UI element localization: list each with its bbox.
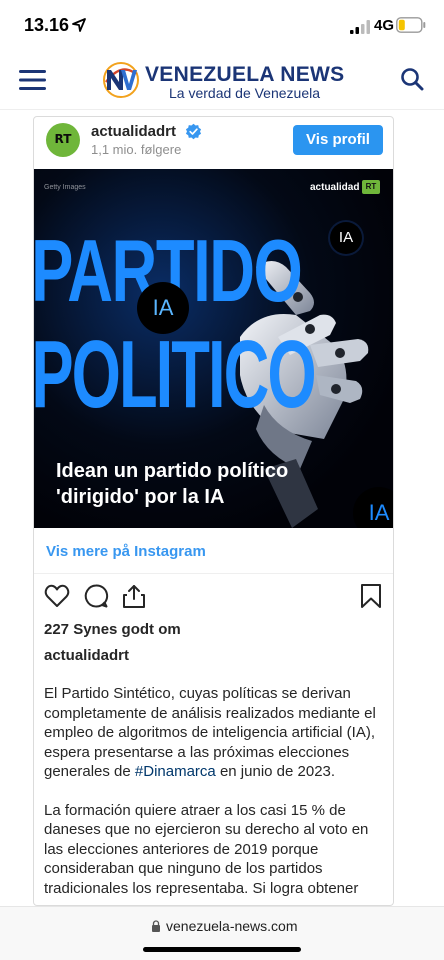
poster-word-politico: POLITICO [34, 321, 315, 428]
battery-icon [396, 17, 426, 33]
site-header: VENEZUELA NEWS La verdad de Venezuela [0, 48, 444, 110]
url-text[interactable]: venezuela-news.com [166, 918, 298, 934]
image-headline: Idean un partido político 'dirigido' por… [56, 460, 289, 508]
caption-text: en junio de 2023. [215, 763, 336, 780]
post-image[interactable]: PARTIDO POLITICO Getty Images actualidad… [34, 169, 393, 528]
view-profile-button[interactable]: Vis profil [293, 125, 383, 155]
divider [34, 573, 393, 574]
instagram-embed: RT actualidadrt 1,1 mio. følgere Vis pro… [33, 116, 394, 906]
caption-paragraph-1: El Partido Sintético, cuyas políticas se… [44, 684, 386, 782]
browser-url-bar[interactable]: venezuela-news.com [0, 906, 444, 960]
heart-icon[interactable] [44, 583, 70, 609]
follower-count: 1,1 mio. følgere [91, 142, 182, 157]
post-username[interactable]: actualidadrt [91, 123, 176, 140]
image-watermark: Getty Images [44, 184, 86, 191]
post-caption: El Partido Sintético, cuyas políticas se… [44, 684, 386, 905]
like-count[interactable]: 227 Synes godt om [44, 621, 181, 638]
post-header: RT actualidadrt 1,1 mio. følgere Vis pro… [34, 117, 393, 169]
post-actions [34, 583, 393, 613]
status-time: 13.16 [24, 15, 70, 35]
view-more-on-instagram-link[interactable]: Vis mere på Instagram [46, 543, 206, 560]
site-title: VENEZUELA NEWS [145, 63, 345, 86]
ia-circle: IA [137, 282, 189, 334]
bookmark-icon[interactable] [358, 583, 384, 609]
avatar[interactable]: RT [46, 123, 80, 157]
logo-mark-icon [103, 62, 139, 98]
network-type: 4G [374, 17, 395, 34]
hamburger-menu-icon[interactable] [19, 70, 46, 90]
share-icon[interactable] [121, 583, 147, 609]
lock-icon [152, 920, 160, 932]
site-subtitle: La verdad de Venezuela [169, 85, 321, 101]
image-brand-badge: RT [362, 180, 380, 194]
status-bar: 13.16 4G [0, 0, 444, 48]
caption-username[interactable]: actualidadrt [44, 647, 129, 664]
hashtag-link[interactable]: #Dinamarca [135, 763, 216, 780]
site-logo[interactable]: VENEZUELA NEWS La verdad de Venezuela [101, 60, 351, 104]
location-arrow-icon [72, 18, 86, 32]
image-brand: actualidad [310, 182, 360, 193]
search-icon[interactable] [400, 67, 424, 91]
comment-icon[interactable] [83, 583, 109, 609]
ia-badge: IA [330, 222, 362, 254]
caption-paragraph-2: La formación quiere atraer a los casi 15… [44, 801, 369, 897]
cellular-signal-icon [350, 20, 370, 34]
avatar-logo-text: RT [54, 132, 72, 146]
home-indicator[interactable] [143, 947, 301, 952]
verified-badge-icon [185, 123, 202, 140]
